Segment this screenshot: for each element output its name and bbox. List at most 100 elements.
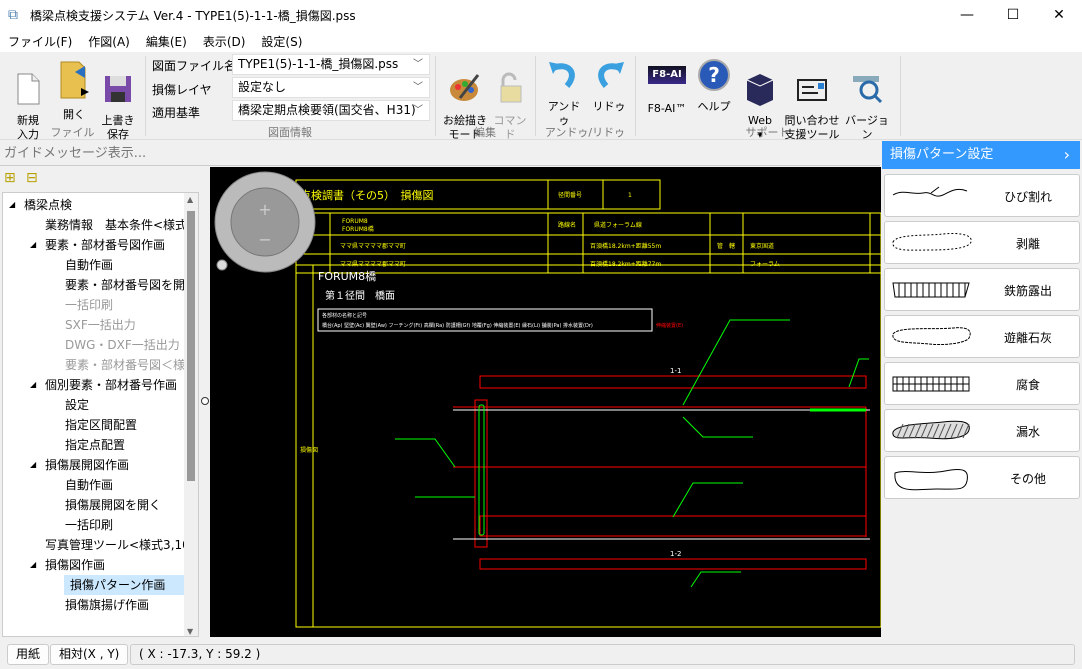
tree-item-label: SXF一括出力 bbox=[65, 318, 136, 332]
tree-item[interactable]: 要素・部材番号図を開く bbox=[3, 275, 197, 295]
chevron-right-icon[interactable]: › bbox=[1064, 141, 1070, 169]
sheet-label: 径間番号 bbox=[558, 191, 582, 199]
pattern-swatch-icon bbox=[894, 468, 968, 491]
tree-item[interactable]: 要素・部材番号図＜様式 bbox=[3, 355, 197, 375]
tree-view: ◢ 橋梁点検 業務情報 基本条件<様式 ◢ 要素・部材番号図作画 自動作画 要素・部材番号図… bbox=[2, 192, 199, 637]
scrollbar-thumb[interactable] bbox=[187, 211, 195, 481]
magnifier-icon bbox=[853, 76, 883, 104]
dist-to: 百須橋18.2km+距離77m bbox=[590, 260, 661, 268]
expand-arrow-icon[interactable]: ◢ bbox=[9, 195, 15, 215]
span-heading: 第１径間 橋面 bbox=[325, 289, 395, 302]
tree-scrollbar[interactable]: ▲ ▼ bbox=[184, 193, 198, 636]
menu-edit[interactable]: 編集(E) bbox=[138, 33, 195, 50]
pattern-button[interactable]: 剥離 bbox=[884, 221, 1080, 264]
tree-item[interactable]: 指定区間配置 bbox=[3, 415, 186, 435]
expand-arrow-icon[interactable]: ◢ bbox=[30, 555, 36, 575]
tree-item[interactable]: ◢ 橋梁点検 bbox=[3, 195, 186, 215]
tree-item[interactable]: 自動作画 bbox=[3, 255, 186, 275]
dim-label-1: 1-1 bbox=[670, 367, 681, 375]
splitter-handle[interactable] bbox=[201, 397, 209, 405]
tree-item[interactable]: 自動作画 bbox=[3, 475, 186, 495]
drawing-title: 点検調書（その5） 損傷図 bbox=[300, 188, 434, 202]
help-button[interactable]: ? ヘルプ bbox=[694, 58, 734, 114]
pattern-button[interactable]: 鉄筋露出 bbox=[884, 268, 1080, 311]
maximize-button[interactable]: ☐ bbox=[990, 0, 1036, 30]
open-button[interactable]: 開く bbox=[54, 58, 94, 122]
pattern-button[interactable]: 腐食 bbox=[884, 362, 1080, 405]
expand-all-icon[interactable]: ⊞ bbox=[4, 170, 16, 186]
coords-readout: ( X : -17.3, Y : 59.2 ) bbox=[130, 644, 1075, 665]
zoom-out-icon[interactable]: − bbox=[258, 230, 271, 249]
pattern-button[interactable]: 遊離石灰 bbox=[884, 315, 1080, 358]
tree-item[interactable]: 一括印刷 bbox=[3, 295, 186, 315]
legend-title: 各部材の名称と記号 bbox=[322, 312, 367, 319]
menu-settings[interactable]: 設定(S) bbox=[253, 33, 310, 50]
undo-button[interactable]: アンドゥ bbox=[543, 58, 585, 128]
save-icon bbox=[105, 76, 131, 102]
red-label: 伸縮装置(E) bbox=[656, 322, 683, 329]
close-button[interactable]: ✕ bbox=[1036, 0, 1082, 30]
group-edit-label: 編集 bbox=[474, 126, 496, 139]
drawing-file-label: 図面ファイル名 bbox=[152, 59, 237, 73]
pattern-swatch-icon bbox=[892, 327, 971, 345]
tree-item[interactable]: DWG・DXF一括出力 bbox=[3, 335, 186, 355]
relative-coords-button[interactable]: 相対(X , Y) bbox=[50, 644, 129, 665]
damage-layer-select[interactable]: 設定なし ﹀ bbox=[232, 77, 430, 98]
pattern-button[interactable]: 漏水 bbox=[884, 409, 1080, 452]
pattern-button[interactable]: ひび割れ bbox=[884, 174, 1080, 217]
expand-arrow-icon[interactable]: ◢ bbox=[30, 455, 36, 475]
expand-arrow-icon[interactable]: ◢ bbox=[30, 235, 36, 255]
pattern-swatch-icon bbox=[892, 376, 970, 392]
group-info-label: 図面情報 bbox=[268, 126, 312, 139]
status-bar: 用紙 相対(X , Y) ( X : -17.3, Y : 59.2 ) bbox=[0, 640, 1082, 669]
tree-item[interactable]: ◢ 損傷展開図作画 bbox=[3, 455, 186, 475]
tree-item[interactable]: ◢ 損傷図作画 bbox=[3, 555, 186, 575]
org2: フォーラム bbox=[750, 261, 780, 268]
tree-item-label: DWG・DXF一括出力 bbox=[65, 338, 180, 352]
pattern-swatch-icon bbox=[892, 186, 968, 197]
tree-item[interactable]: 損傷展開図を開く bbox=[3, 495, 186, 515]
pattern-swatch-icon bbox=[892, 282, 970, 298]
f8ai-button[interactable]: F8-AI F8-AI™ bbox=[644, 58, 690, 116]
tree-item[interactable]: SXF一括出力 bbox=[3, 315, 186, 335]
legend-text: 橋台(Ap) 堅壁(Ac) 翼壁(Aw) フーチング(Ft) 高欄(Ra) 防護… bbox=[322, 322, 593, 329]
drawing-heading: FORUM8橋 bbox=[318, 269, 376, 283]
menu-file[interactable]: ファイル(F) bbox=[0, 33, 80, 50]
navigation-wheel[interactable]: + − bbox=[214, 171, 316, 273]
zoom-in-icon[interactable]: + bbox=[258, 200, 271, 219]
pattern-label: ひび割れ bbox=[1003, 190, 1052, 204]
redo-button[interactable]: リドゥ bbox=[588, 58, 630, 114]
pattern-swatch-icon bbox=[892, 420, 970, 440]
tree-item-label: 自動作画 bbox=[65, 258, 114, 272]
menu-draw[interactable]: 作図(A) bbox=[80, 33, 138, 50]
group-support-label: サポート bbox=[745, 126, 790, 139]
pattern-label: 剥離 bbox=[1015, 237, 1040, 251]
tree-item-label: 要素・部材番号図＜様式 bbox=[65, 358, 198, 372]
tree-item[interactable]: 業務情報 基本条件<様式 bbox=[3, 215, 188, 235]
drawing-file-select[interactable]: TYPE1(5)-1-1-橋_損傷図.pss ﹀ bbox=[232, 54, 430, 75]
paper-button[interactable]: 用紙 bbox=[7, 644, 50, 665]
standard-select[interactable]: 橋梁定期点検要領(国交省、H31) ﹀ bbox=[232, 100, 430, 121]
guide-message: ガイドメッセージ表示... bbox=[0, 141, 880, 166]
minimize-button[interactable]: — bbox=[944, 0, 990, 30]
tree-item[interactable]: 一括印刷 bbox=[3, 515, 186, 535]
tree-item[interactable]: ◢ 要素・部材番号図作画 bbox=[3, 235, 186, 255]
tree-item[interactable]: 損傷パターン作画 bbox=[64, 575, 186, 595]
expand-arrow-icon[interactable]: ◢ bbox=[30, 375, 36, 395]
menu-view[interactable]: 表示(D) bbox=[195, 33, 254, 50]
tree-panel: ⊞ ⊟ ◢ 橋梁点検 業務情報 基本条件<様式 ◢ 要素・部材番号図作画 自動作画 要素・部… bbox=[0, 167, 209, 637]
tree-item-label: 指定点配置 bbox=[65, 438, 126, 452]
pattern-button[interactable]: その他 bbox=[884, 456, 1080, 499]
tree-item[interactable]: 指定点配置 bbox=[3, 435, 186, 455]
tree-item[interactable]: 損傷旗揚げ作画 bbox=[3, 595, 186, 615]
f8ai-logo-icon: F8-AI bbox=[648, 66, 686, 84]
tree-item[interactable]: 設定 bbox=[3, 395, 186, 415]
dim-label-2: 1-2 bbox=[670, 550, 681, 558]
collapse-all-icon[interactable]: ⊟ bbox=[26, 170, 38, 186]
new-file-icon bbox=[17, 73, 40, 105]
drawing-canvas[interactable]: 点検調書（その5） 損傷図 径間番号 1 FORUM8 FORUM8橋 路線名 … bbox=[210, 167, 882, 637]
tree-item[interactable]: 写真管理ツール<様式3,10> bbox=[3, 535, 198, 555]
tree-item[interactable]: ◢ 個別要素・部材番号作画 bbox=[3, 375, 186, 395]
tree-item-label: 業務情報 基本条件<様式 bbox=[45, 218, 188, 232]
help-icon: ? bbox=[698, 59, 730, 91]
